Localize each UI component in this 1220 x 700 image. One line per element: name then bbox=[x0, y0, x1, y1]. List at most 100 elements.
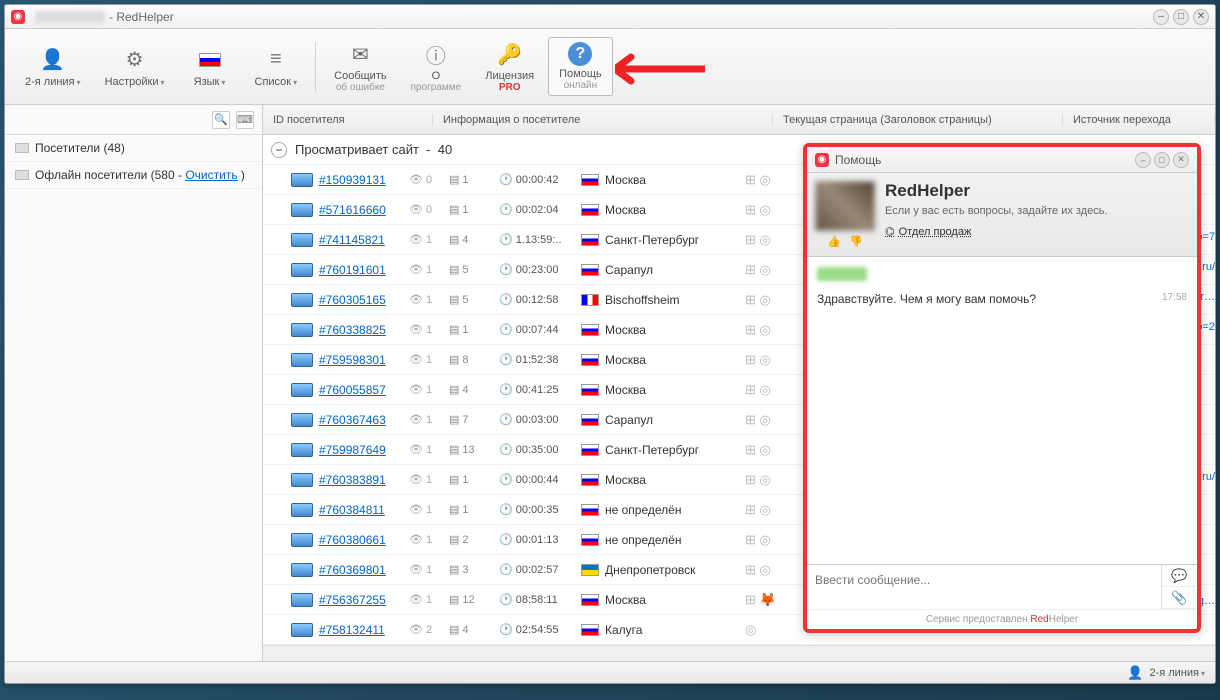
title-suffix: - RedHelper bbox=[109, 10, 174, 24]
chat-titlebar: ◉ Помощь – □ ✕ bbox=[807, 147, 1197, 173]
chat-logo-icon: ◉ bbox=[815, 153, 829, 167]
pages-icon: ▤ bbox=[449, 263, 459, 276]
visitor-id-link[interactable]: #759598301 bbox=[319, 353, 409, 367]
pages-icon: ▤ bbox=[449, 173, 459, 186]
visitor-id-link[interactable]: #760191601 bbox=[319, 263, 409, 277]
eye-icon: 👁 bbox=[409, 413, 423, 426]
eye-icon: 👁 bbox=[409, 263, 423, 276]
time: 🕐00:41:25 bbox=[499, 383, 581, 396]
search-icon[interactable]: 🔍 bbox=[212, 111, 230, 129]
visitor-id-link[interactable]: #760305165 bbox=[319, 293, 409, 307]
line-label: 2-я линия bbox=[25, 76, 81, 88]
views: 👁1 bbox=[409, 413, 449, 426]
visitor-id-link[interactable]: #759987649 bbox=[319, 443, 409, 457]
time: 🕐00:01:13 bbox=[499, 533, 581, 546]
eye-icon: 👁 bbox=[409, 623, 423, 636]
thumbs-up-icon[interactable]: 👍 bbox=[827, 235, 841, 248]
horizontal-scrollbar[interactable] bbox=[263, 645, 1215, 661]
send-button[interactable]: 💬 bbox=[1162, 565, 1197, 587]
keyboard-icon[interactable]: ⌨ bbox=[236, 111, 254, 129]
city: Сарапул bbox=[605, 263, 745, 277]
flag-icon bbox=[581, 384, 599, 396]
pages-icon: ▤ bbox=[449, 443, 459, 456]
content-area: 🔍 ⌨ Посетители (48) Офлайн посетители (5… bbox=[5, 105, 1215, 661]
visitor-id-link[interactable]: #756367255 bbox=[319, 593, 409, 607]
toolbar-report[interactable]: ✉Сообщитьоб ошибке bbox=[324, 36, 396, 97]
flag-icon bbox=[581, 204, 599, 216]
pages: ▤4 bbox=[449, 233, 499, 246]
visitor-id-link[interactable]: #760369801 bbox=[319, 563, 409, 577]
group-label: Просматривает сайт - 40 bbox=[295, 142, 452, 157]
col-info[interactable]: Информация о посетителе bbox=[433, 114, 773, 126]
flag-icon bbox=[581, 414, 599, 426]
eye-icon: 👁 bbox=[409, 503, 423, 516]
visitor-id-link[interactable]: #760380661 bbox=[319, 533, 409, 547]
city: не определён bbox=[605, 533, 745, 547]
chat-maximize-button[interactable]: □ bbox=[1154, 152, 1170, 168]
views: 👁1 bbox=[409, 383, 449, 396]
eye-icon: 👁 bbox=[409, 383, 423, 396]
eye-icon: 👁 bbox=[409, 443, 423, 456]
pages: ▤2 bbox=[449, 533, 499, 546]
city: не определён bbox=[605, 503, 745, 517]
settings-icon: ⚙ bbox=[121, 46, 149, 74]
time: 🕐00:12:58 bbox=[499, 293, 581, 306]
eye-icon: 👁 bbox=[409, 233, 423, 246]
minimize-button[interactable]: – bbox=[1153, 9, 1169, 25]
collapse-icon[interactable]: − bbox=[271, 142, 287, 158]
visitor-id-link[interactable]: #760367463 bbox=[319, 413, 409, 427]
toolbar-help[interactable]: ?Помощьонлайн bbox=[548, 37, 613, 96]
column-headers: ID посетителя Информация о посетителе Те… bbox=[263, 105, 1215, 135]
annotation-arrow bbox=[615, 53, 705, 90]
clock-icon: 🕐 bbox=[499, 563, 513, 576]
about-sublabel: программе bbox=[411, 82, 462, 93]
pages: ▤5 bbox=[449, 293, 499, 306]
eye-icon: 👁 bbox=[409, 533, 423, 546]
sidebar-item-visitors[interactable]: Посетители (48) bbox=[5, 135, 262, 162]
flag-icon bbox=[581, 324, 599, 336]
col-source[interactable]: Источник перехода bbox=[1063, 114, 1215, 126]
visitor-id-link[interactable]: #760383891 bbox=[319, 473, 409, 487]
os-browser-icons: ⊞ ◎ bbox=[745, 502, 771, 518]
chat-input[interactable] bbox=[807, 565, 1161, 609]
col-id[interactable]: ID посетителя bbox=[263, 114, 433, 126]
chat-messages: Здравствуйте. Чем я могу вам помочь? 17:… bbox=[807, 257, 1197, 564]
chat-department[interactable]: ⌬Отдел продаж bbox=[885, 225, 1189, 238]
chat-description: Если у вас есть вопросы, задайте их здес… bbox=[885, 205, 1189, 217]
chat-close-button[interactable]: ✕ bbox=[1173, 152, 1189, 168]
toolbar-list[interactable]: ≡Список bbox=[245, 42, 308, 92]
settings-label: Настройки bbox=[105, 76, 165, 88]
toolbar-about[interactable]: ⓘОпрограмме bbox=[401, 36, 472, 97]
monitor-icon bbox=[291, 233, 313, 247]
toolbar-line[interactable]: 👤2-я линия bbox=[15, 42, 91, 92]
col-page[interactable]: Текущая страница (Заголовок страницы) bbox=[773, 114, 1063, 126]
city: Москва bbox=[605, 473, 745, 487]
attach-button[interactable]: 📎 bbox=[1162, 587, 1197, 609]
operator-name-blurred bbox=[817, 267, 867, 281]
toolbar-license[interactable]: 🔑ЛицензияPRO bbox=[475, 36, 544, 97]
clock-icon: 🕐 bbox=[499, 443, 513, 456]
close-button[interactable]: ✕ bbox=[1193, 9, 1209, 25]
thumbs-down-icon[interactable]: 👎 bbox=[849, 235, 863, 248]
visitor-id-link[interactable]: #760055857 bbox=[319, 383, 409, 397]
clear-link[interactable]: Очистить bbox=[185, 168, 237, 182]
status-user[interactable]: 2-я линия bbox=[1149, 667, 1205, 679]
time: 🕐00:00:44 bbox=[499, 473, 581, 486]
clock-icon: 🕐 bbox=[499, 413, 513, 426]
visitor-id-link[interactable]: #758132411 bbox=[319, 623, 409, 637]
visitor-id-link[interactable]: #760338825 bbox=[319, 323, 409, 337]
toolbar-language[interactable]: Язык bbox=[179, 42, 241, 92]
monitor-icon bbox=[291, 293, 313, 307]
flag-icon bbox=[581, 474, 599, 486]
clock-icon: 🕐 bbox=[499, 203, 513, 216]
chat-minimize-button[interactable]: – bbox=[1135, 152, 1151, 168]
maximize-button[interactable]: □ bbox=[1173, 9, 1189, 25]
eye-icon: 👁 bbox=[409, 173, 423, 186]
toolbar-settings[interactable]: ⚙ Настройки bbox=[95, 42, 175, 92]
city: Днепропетровск bbox=[605, 563, 745, 577]
visitor-id-link[interactable]: #760384811 bbox=[319, 503, 409, 517]
visitor-id-link[interactable]: #150939131 bbox=[319, 173, 409, 187]
visitor-id-link[interactable]: #571616660 bbox=[319, 203, 409, 217]
visitor-id-link[interactable]: #741145821 bbox=[319, 233, 409, 247]
sidebar-item-offline[interactable]: Офлайн посетители (580 - Очистить ) bbox=[5, 162, 262, 189]
